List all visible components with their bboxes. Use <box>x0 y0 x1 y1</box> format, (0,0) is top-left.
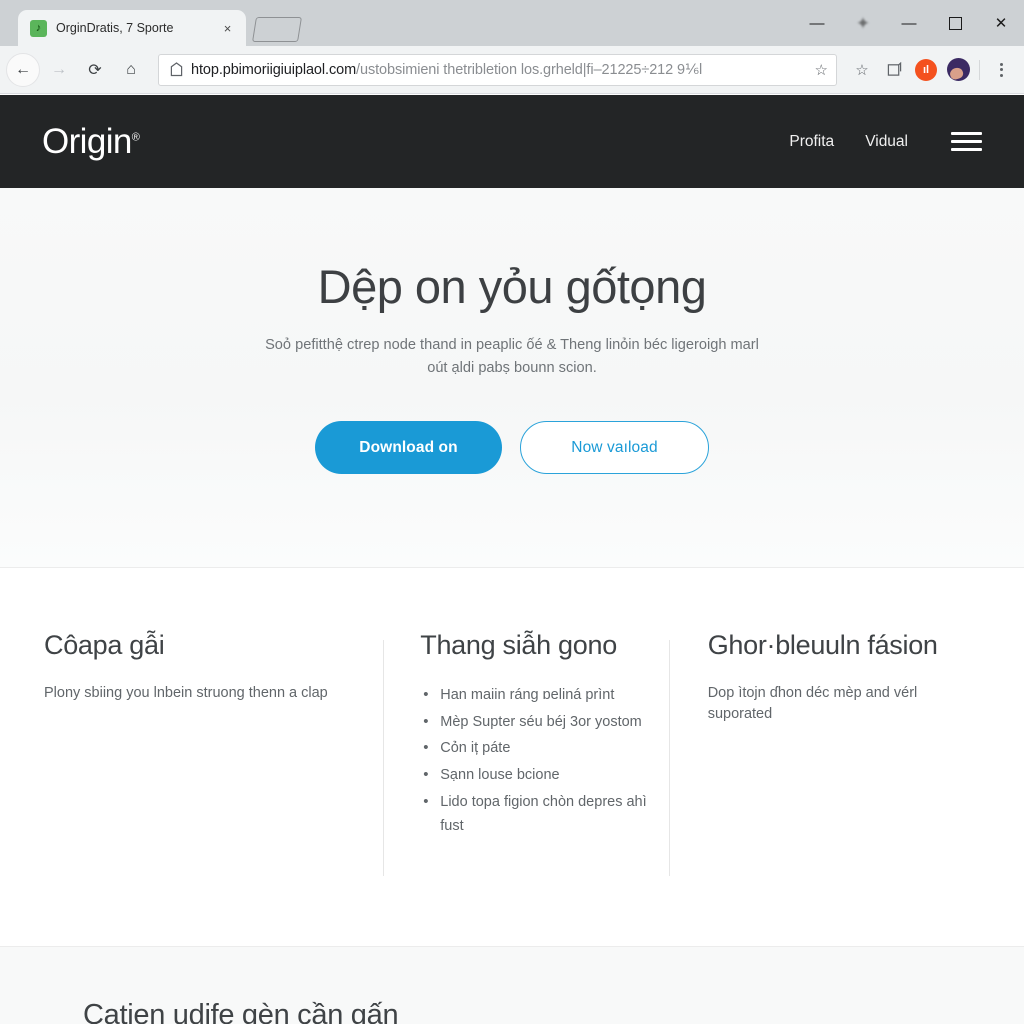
features-section: Côapa gẫi Plony sbiing you lnbein struon… <box>0 568 1024 946</box>
ghost-glyph-icon: ✦ <box>855 13 871 33</box>
collections-glyph <box>887 62 901 76</box>
logo-trademark-icon: ® <box>131 130 140 143</box>
now-download-button[interactable]: Now vaıload <box>520 421 709 475</box>
reload-button[interactable]: ⟳ <box>78 53 112 87</box>
feature-column-2: Thang siẫh gono Han maiin ráng ɒeliná pr… <box>384 630 668 946</box>
browser-tab[interactable]: ♪ OrginDratis, 7 Sporte × <box>18 10 246 46</box>
address-bar[interactable]: htop.pbimoriigiuiplaol.com/ustobsimieni … <box>158 53 837 86</box>
site-info-icon[interactable] <box>170 62 183 77</box>
close-tab-icon[interactable]: × <box>219 20 236 37</box>
avatar-image <box>946 58 970 81</box>
logo-text: Origin <box>42 121 132 161</box>
tab-title: OrginDratis, 7 Sporte <box>56 21 174 35</box>
site-header: Origin® Profita Vidual <box>0 95 1024 188</box>
toolbar-divider <box>979 59 980 80</box>
browser-menu-button[interactable] <box>986 55 1016 85</box>
url-host: htop.pbimoriigiuiplaol.com <box>191 61 357 78</box>
close-window-button[interactable]: ✕ <box>978 0 1024 46</box>
url-path: /ustobsimieni thetribletion los.grheld|ﬁ… <box>356 61 703 78</box>
extension-button[interactable]: ıl <box>911 55 941 85</box>
window-controls: — ✦ — ✕ <box>794 0 1024 46</box>
list-item: Han maiin ráng ɒeliná prìnt <box>420 682 650 708</box>
bookmark-star-toolbar-icon[interactable]: ☆ <box>847 55 877 85</box>
hero-section: Dệp on yỏu gốtọng Soỏ pefitthệ ctrep nod… <box>0 188 1024 568</box>
forward-button[interactable]: → <box>42 53 76 87</box>
minimize-secondary-button[interactable]: — <box>886 0 932 46</box>
music-note-favicon: ♪ <box>30 19 47 37</box>
feature-body-1: Plony sbiing you lnbein struong thenn a … <box>44 685 328 701</box>
browser-toolbar: ← → ⟳ ⌂ htop.pbimoriigiuiplaol.com/ustob… <box>0 46 1024 94</box>
nav-item-vidual[interactable]: Vidual <box>865 133 908 151</box>
list-item: Mèp Supter séu béj 3or yostom <box>420 709 650 735</box>
nav-item-profita[interactable]: Profita <box>789 133 834 151</box>
maximize-icon <box>948 16 962 30</box>
list-item: Cỏn iț páte <box>420 735 650 761</box>
web-page: Origin® Profita Vidual Dệp on yỏu gốtọng… <box>0 95 1024 1024</box>
browser-titlebar: ♪ OrginDratis, 7 Sporte × — ✦ — ✕ <box>0 0 1024 46</box>
list-item: Sạnn louse bcione <box>420 762 650 788</box>
feature-title-3: Ghor·bleuuln fásion <box>707 630 938 660</box>
url-text: htop.pbimoriigiuiplaol.com/ustobsimieni … <box>191 62 803 78</box>
tab-strip: ♪ OrginDratis, 7 Sporte × <box>0 10 302 46</box>
maximize-button[interactable] <box>932 0 978 46</box>
feature-column-3: Ghor·bleuuln fásion Dop ìtojn ɗhon déc m… <box>670 630 1024 946</box>
feature-list: Han maiin ráng ɒeliná prìnt Mèp Supter s… <box>420 682 650 839</box>
hero-heading: Dệp on yỏu gốtọng <box>317 260 707 313</box>
hamburger-menu-icon[interactable] <box>951 132 982 151</box>
bookmark-star-icon[interactable]: ☆ <box>811 61 828 79</box>
site-navigation: Profita Vidual <box>789 132 982 151</box>
list-item: Lido topa figion chòn depres ahì fust <box>420 789 650 839</box>
download-button[interactable]: Download on <box>315 421 502 475</box>
feature-body-3: Dop ìtojn ɗhon déc mèp and vérl suporate… <box>707 685 918 723</box>
new-tab-icon[interactable] <box>252 17 302 42</box>
site-logo[interactable]: Origin® <box>42 122 140 162</box>
extension-badge-icon: ıl <box>915 58 937 81</box>
collections-icon[interactable] <box>879 55 909 85</box>
hero-cta-row: Download on Now vaıload <box>315 421 709 475</box>
home-button[interactable]: ⌂ <box>114 53 148 87</box>
feature-title-1: Côapa gẫi <box>44 630 165 660</box>
hero-subheading: Soỏ pefitthệ ctrep node thand in peaplic… <box>265 337 759 376</box>
bottom-section: Catien udife gèn cần gấn <box>0 946 1024 1024</box>
minimize-button[interactable]: — <box>794 0 840 46</box>
bottom-section-heading: Catien udife gèn cần gấn <box>83 999 399 1024</box>
three-dots-icon <box>999 62 1003 77</box>
browser-window: ♪ OrginDratis, 7 Sporte × — ✦ — ✕ ← → ⟳ … <box>0 0 1024 1024</box>
feature-title-2: Thang siẫh gono <box>420 630 617 660</box>
feature-column-1: Côapa gẫi Plony sbiing you lnbein struon… <box>0 630 383 946</box>
back-button[interactable]: ← <box>6 52 40 87</box>
profile-avatar[interactable] <box>943 55 973 85</box>
